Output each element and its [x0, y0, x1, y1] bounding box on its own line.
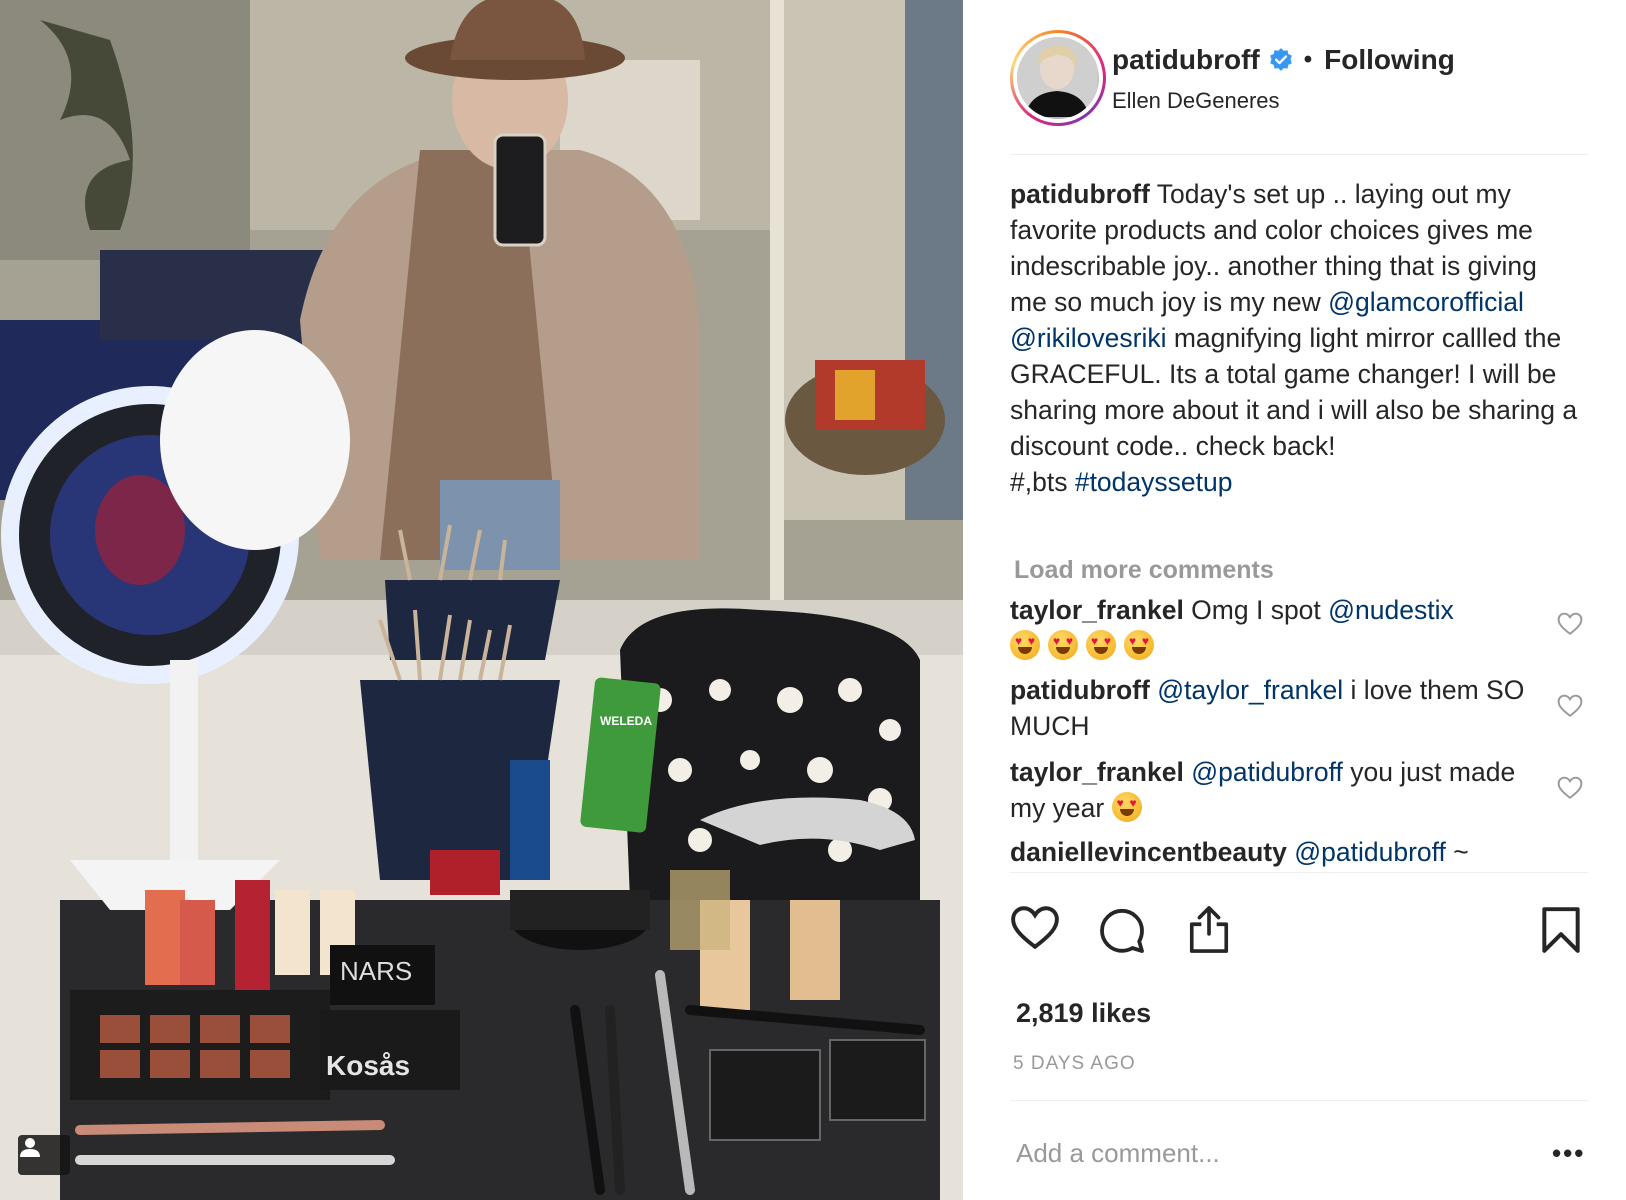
post-actions-bar	[1010, 905, 1588, 965]
comment-mention[interactable]: @taylor_frankel	[1157, 675, 1343, 705]
post-header: patidubroff • Following Ellen DeGeneres	[1010, 28, 1588, 128]
comment-username[interactable]: taylor_frankel	[1010, 595, 1184, 625]
heart-eyes-emoji-icon	[1111, 792, 1142, 822]
comment-username[interactable]: taylor_frankel	[1010, 757, 1184, 787]
post-username[interactable]: patidubroff	[1112, 44, 1260, 76]
comment-item: daniellevincentbeauty @patidubroff ~	[1010, 837, 1469, 867]
nars-label: NARS	[340, 956, 412, 986]
comment-item: taylor_frankel Omg I spot @nudestix	[1010, 592, 1530, 664]
add-comment-input[interactable]: Add a comment...	[1016, 1138, 1220, 1169]
heart-eyes-emoji-icon	[1010, 630, 1040, 660]
avatar[interactable]	[1010, 30, 1106, 126]
caption-mention-riki[interactable]: @rikilovesriki	[1010, 323, 1166, 353]
comment-mention[interactable]: @patidubroff	[1191, 757, 1343, 787]
comment-item: taylor_frankel @patidubroff you just mad…	[1010, 754, 1530, 826]
user-tag-icon	[20, 1138, 40, 1157]
comment-username[interactable]: daniellevincentbeauty	[1010, 837, 1287, 867]
caption-username[interactable]: patidubroff	[1010, 179, 1150, 209]
load-more-comments-button[interactable]: Load more comments	[1014, 556, 1274, 585]
weleda-label: WELEDA	[600, 714, 652, 728]
heart-eyes-emoji-icon	[1086, 630, 1116, 660]
comments-divider	[1010, 872, 1588, 873]
bookmark-icon[interactable]	[1540, 905, 1582, 955]
add-comment-divider	[1010, 1100, 1588, 1101]
following-button[interactable]: Following	[1324, 44, 1455, 76]
post-details-panel: patidubroff • Following Ellen DeGeneres …	[1010, 0, 1588, 1200]
post-caption: patidubroff Today's set up .. laying out…	[1010, 176, 1580, 500]
post-timestamp[interactable]: 5 DAYS AGO	[1013, 1053, 1136, 1075]
more-options-button[interactable]: •••	[1552, 1138, 1585, 1169]
caption-hashtag-plain: #,bts	[1010, 467, 1075, 497]
comment-mention[interactable]: @nudestix	[1328, 595, 1454, 625]
avatar-portrait-icon	[1017, 37, 1097, 117]
comment-item: patidubroff @taylor_frankel i love them …	[1010, 675, 1525, 741]
kosas-label: Kosås	[326, 1050, 410, 1081]
like-comment-heart-icon[interactable]	[1557, 612, 1583, 636]
share-icon[interactable]	[1186, 905, 1232, 955]
comment-username[interactable]: patidubroff	[1010, 675, 1150, 705]
post-photo[interactable]: WELEDA NARS Kosås	[0, 0, 963, 1200]
caption-mention-glamcor[interactable]: @glamcorofficial	[1328, 287, 1524, 317]
header-divider	[1010, 154, 1588, 155]
likes-count[interactable]: 2,819 likes	[1016, 998, 1151, 1029]
comment-mention[interactable]: @patidubroff	[1294, 837, 1446, 867]
heart-eyes-emoji-icon	[1124, 630, 1154, 660]
post-location[interactable]: Ellen DeGeneres	[1112, 88, 1280, 114]
tagged-users-button[interactable]	[18, 1135, 70, 1175]
verified-badge-icon	[1269, 48, 1292, 71]
photo-illustration: WELEDA NARS Kosås	[0, 0, 963, 1200]
heart-eyes-emoji-icon	[1048, 630, 1078, 660]
like-comment-heart-icon[interactable]	[1557, 776, 1583, 800]
comment-icon[interactable]	[1098, 905, 1146, 953]
caption-hashtag[interactable]: #todayssetup	[1075, 467, 1233, 497]
like-comment-heart-icon[interactable]	[1557, 694, 1583, 718]
heart-icon[interactable]	[1010, 905, 1060, 951]
separator-dot: •	[1303, 46, 1313, 73]
